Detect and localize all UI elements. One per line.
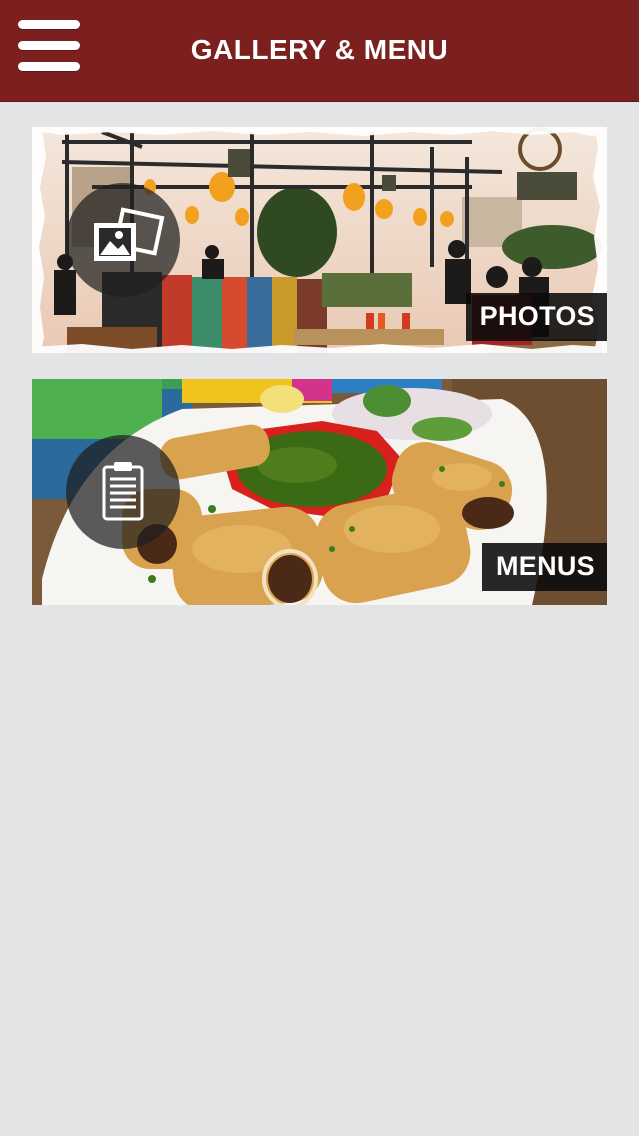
page-title: GALLERY & MENU	[190, 34, 449, 65]
hamburger-menu-icon	[18, 20, 80, 29]
clipboard-icon-circle	[66, 435, 180, 549]
clipboard-icon	[102, 462, 144, 521]
app-header: GALLERY & MENU	[0, 0, 639, 102]
menus-card[interactable]: MENUS	[32, 379, 607, 605]
photos-card[interactable]: PHOTOS	[32, 127, 607, 353]
photos-label: PHOTOS	[465, 293, 607, 341]
menus-label: MENUS	[481, 543, 607, 591]
photo-gallery-icon-circle	[66, 183, 180, 297]
photo-gallery-icon	[94, 207, 165, 261]
